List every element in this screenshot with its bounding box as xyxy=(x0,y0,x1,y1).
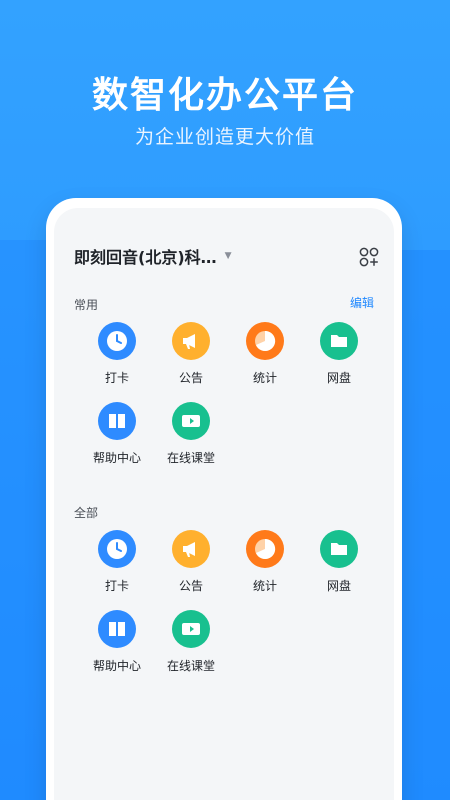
app-clock-in[interactable]: 打卡 xyxy=(80,322,154,392)
app-statistics[interactable]: 统计 xyxy=(228,530,302,600)
phone-frame: 即刻回音(北京)科… ▼ 常用 编辑 打卡 公告 统计 网盘 帮助中心 在线课堂… xyxy=(46,198,402,800)
pie-chart-icon xyxy=(246,530,284,568)
app-online-class[interactable]: 在线课堂 xyxy=(154,610,228,680)
section-all-title: 全部 xyxy=(74,506,99,520)
clock-icon xyxy=(98,322,136,360)
section-all-header: 全部 xyxy=(74,502,374,522)
app-label: 公告 xyxy=(178,371,203,385)
org-switcher[interactable]: 即刻回音(北京)科… ▼ xyxy=(74,244,232,268)
app-label: 帮助中心 xyxy=(92,451,141,465)
app-screen: 即刻回音(北京)科… ▼ 常用 编辑 打卡 公告 统计 网盘 帮助中心 在线课堂… xyxy=(54,208,394,800)
app-label: 统计 xyxy=(252,579,277,593)
dropdown-caret-icon: ▼ xyxy=(224,251,232,261)
app-label: 在线课堂 xyxy=(166,659,215,673)
background-shape-left xyxy=(0,240,48,800)
background-shape-right xyxy=(400,250,450,800)
app-help-center[interactable]: 帮助中心 xyxy=(80,402,154,472)
edit-button[interactable]: 编辑 xyxy=(350,294,374,311)
video-icon xyxy=(172,402,210,440)
video-icon xyxy=(172,610,210,648)
app-cloud-drive[interactable]: 网盘 xyxy=(302,530,376,600)
book-icon xyxy=(98,402,136,440)
app-statistics[interactable]: 统计 xyxy=(228,322,302,392)
hero-title: 数智化办公平台 xyxy=(91,75,358,116)
hero-subtitle: 为企业创造更大价值 xyxy=(134,126,315,148)
app-label: 统计 xyxy=(252,371,277,385)
app-clock-in[interactable]: 打卡 xyxy=(80,530,154,600)
megaphone-icon xyxy=(172,530,210,568)
app-label: 网盘 xyxy=(326,579,351,593)
app-help-center[interactable]: 帮助中心 xyxy=(80,610,154,680)
app-label: 公告 xyxy=(178,579,203,593)
app-label: 帮助中心 xyxy=(92,659,141,673)
app-label: 在线课堂 xyxy=(166,451,215,465)
folder-icon xyxy=(320,530,358,568)
org-name: 即刻回音(北京)科… xyxy=(74,248,217,267)
pie-chart-icon xyxy=(246,322,284,360)
megaphone-icon xyxy=(172,322,210,360)
app-label: 打卡 xyxy=(104,371,129,385)
book-icon xyxy=(98,610,136,648)
section-common-header: 常用 编辑 xyxy=(74,294,374,314)
clock-icon xyxy=(98,530,136,568)
app-online-class[interactable]: 在线课堂 xyxy=(154,402,228,472)
app-announcement[interactable]: 公告 xyxy=(154,322,228,392)
app-label: 网盘 xyxy=(326,371,351,385)
app-grid-icon[interactable] xyxy=(358,246,380,268)
app-cloud-drive[interactable]: 网盘 xyxy=(302,322,376,392)
section-common-title: 常用 xyxy=(74,298,99,312)
app-label: 打卡 xyxy=(104,579,129,593)
folder-icon xyxy=(320,322,358,360)
app-announcement[interactable]: 公告 xyxy=(154,530,228,600)
